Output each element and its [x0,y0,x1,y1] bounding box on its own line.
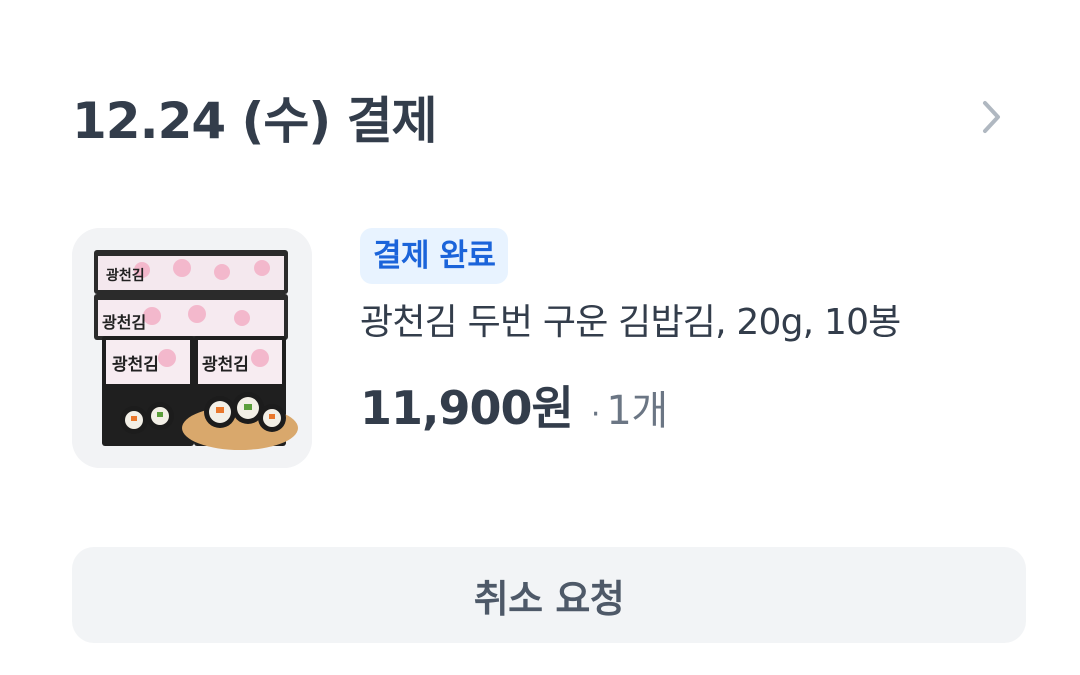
svg-text:광천김: 광천김 [202,355,249,375]
chevron-right-icon[interactable] [972,87,1012,147]
product-quantity: 1개 [606,388,668,434]
price-row: 11,900원 · 1개 [360,372,1000,438]
svg-text:광천김: 광천김 [106,267,145,284]
product-image[interactable]: 광천김 광천김 광천김 광천김 [72,228,312,468]
svg-text:광천김: 광천김 [102,313,146,332]
chevron-right-icon-glyph [983,101,1000,133]
order-date-title: 12.24 (수) 결제 [72,92,438,150]
product-name[interactable]: 광천김 두번 구운 김밥김, 20g, 10봉 [360,298,1000,348]
seaweed-package-illustration: 광천김 광천김 광천김 광천김 [72,228,312,468]
separator-dot: · [590,397,601,432]
order-header[interactable]: 12.24 (수) 결제 [72,78,1012,156]
status-badge: 결제 완료 [360,228,509,284]
product-info: 결제 완료 광천김 두번 구운 김밥김, 20g, 10봉 11,900원 · … [360,228,1000,438]
product-card[interactable]: 광천김 광천김 광천김 광천김 결제 완료 광천김 두번 구운 김밥김, 20g… [72,228,1012,468]
cancel-request-button[interactable]: 취소 요청 [72,547,1026,643]
svg-text:광천김: 광천김 [112,355,159,375]
product-price: 11,900원 [360,381,574,435]
